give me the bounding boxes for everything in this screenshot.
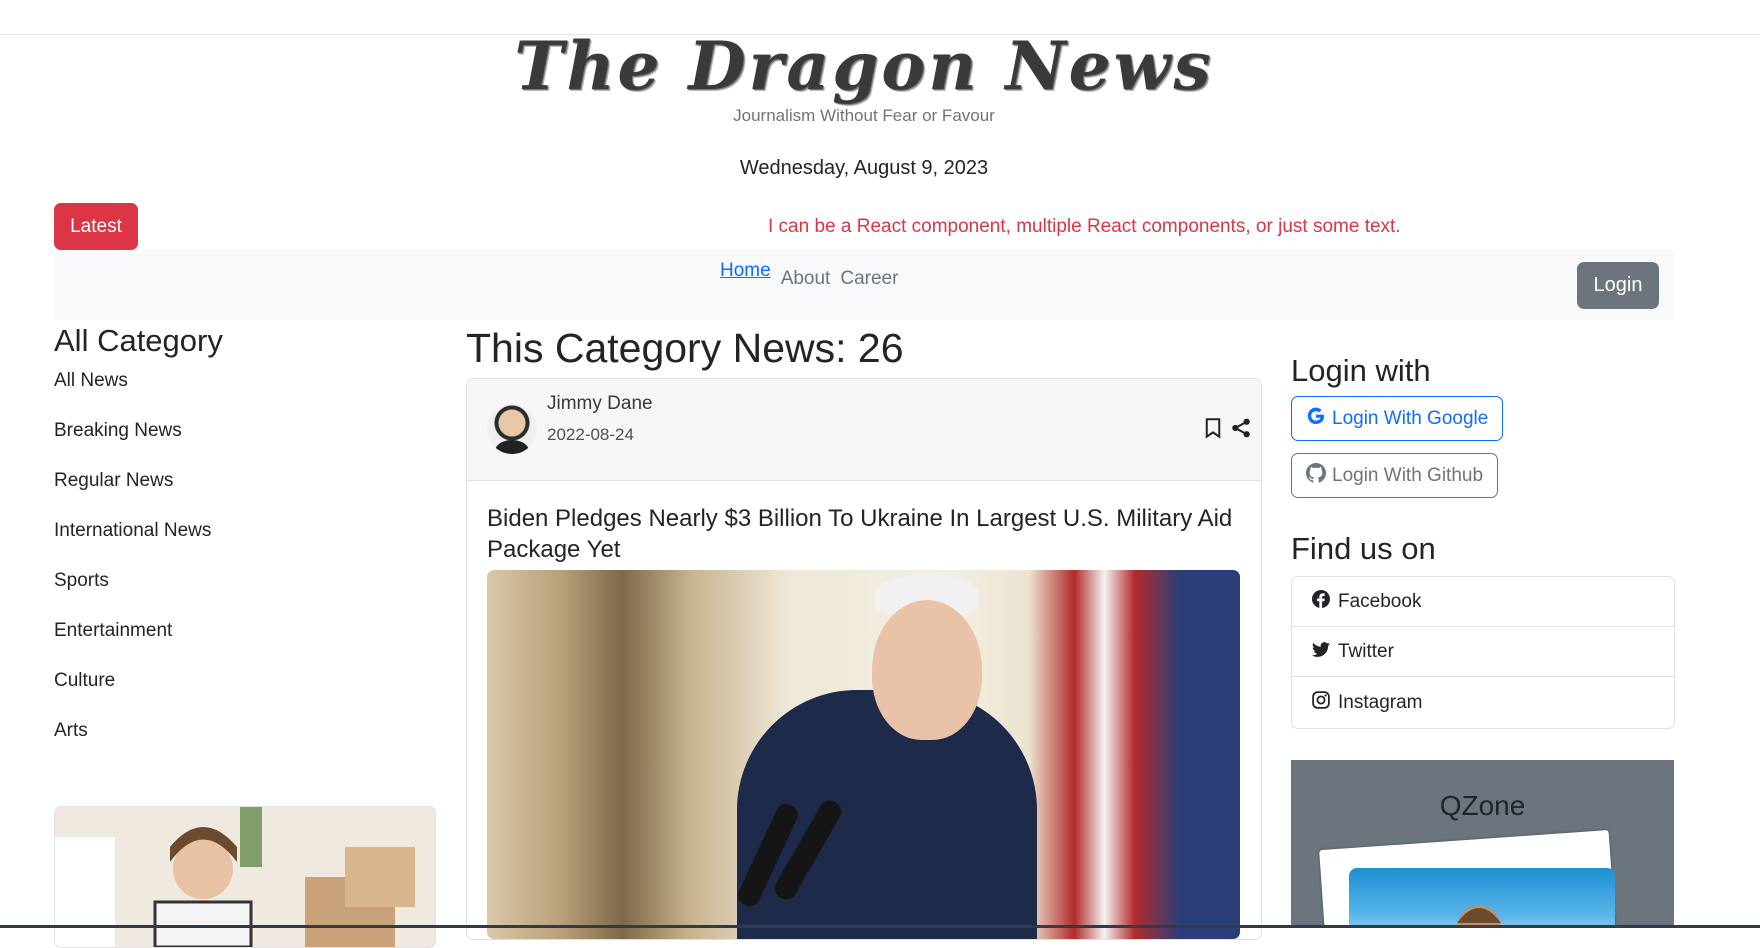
news-card-header: Jimmy Dane 2022-08-24	[467, 379, 1261, 481]
image-face-shape	[872, 600, 982, 740]
login-button[interactable]: Login	[1577, 262, 1659, 309]
social-facebook-label: Facebook	[1338, 590, 1422, 612]
nav-career-link[interactable]: Career	[840, 268, 898, 290]
nav-links: Home About Career	[720, 260, 908, 290]
social-twitter-label: Twitter	[1338, 640, 1394, 662]
right-sidebar: Login with Login With Google Login With …	[1291, 320, 1675, 928]
navbar: Home About Career Login	[54, 250, 1674, 320]
social-instagram[interactable]: Instagram	[1292, 677, 1674, 728]
github-icon	[1306, 462, 1327, 489]
category-item[interactable]: Regular News	[54, 468, 436, 518]
login-github-button[interactable]: Login With Github	[1291, 453, 1499, 498]
card-actions	[1203, 417, 1251, 444]
left-sidebar: All Category All News Breaking News Regu…	[54, 320, 436, 948]
login-github-label: Login With Github	[1332, 464, 1484, 486]
twitter-icon	[1312, 640, 1330, 664]
instagram-icon	[1312, 690, 1330, 715]
author-name: Jimmy Dane	[547, 393, 653, 414]
login-google-label: Login With Google	[1332, 407, 1489, 429]
social-instagram-label: Instagram	[1338, 691, 1423, 713]
site-logo[interactable]: The Dragon News	[0, 28, 1728, 104]
category-item[interactable]: Entertainment	[54, 618, 436, 668]
news-card[interactable]: Jimmy Dane 2022-08-24 Biden Pledges Near…	[466, 378, 1262, 940]
qzone-title: QZone	[1439, 790, 1526, 821]
latest-button[interactable]: Latest	[54, 203, 138, 250]
category-news-count: This Category News: 26	[466, 325, 904, 371]
social-list: Facebook Twitter Instagram	[1291, 576, 1675, 729]
qzone-panel: QZone	[1291, 760, 1674, 928]
login-with-heading: Login with	[1291, 353, 1431, 388]
category-item[interactable]: Culture	[54, 668, 436, 718]
facebook-icon	[1312, 589, 1330, 614]
category-item[interactable]: All News	[54, 368, 436, 418]
news-image[interactable]	[487, 570, 1240, 939]
swimmer-shape	[1457, 906, 1501, 928]
find-us-heading: Find us on	[1291, 531, 1436, 566]
news-headline[interactable]: Biden Pledges Nearly $3 Billion To Ukrai…	[487, 503, 1241, 565]
social-facebook[interactable]: Facebook	[1292, 577, 1674, 627]
masthead: The Dragon News Journalism Without Fear …	[0, 28, 1728, 126]
site-tagline: Journalism Without Fear or Favour	[733, 106, 995, 125]
current-date: Wednesday, August 9, 2023	[739, 157, 989, 179]
category-item[interactable]: Sports	[54, 568, 436, 618]
bookmark-icon[interactable]	[1203, 417, 1223, 444]
category-list: All News Breaking News Regular News Inte…	[54, 368, 436, 768]
category-item[interactable]: Arts	[54, 718, 436, 768]
social-twitter[interactable]: Twitter	[1292, 627, 1674, 677]
author-avatar	[487, 404, 537, 454]
login-google-button[interactable]: Login With Google	[1291, 396, 1504, 441]
main-content: This Category News: 26 Jimmy Dane 2022-0…	[466, 320, 1262, 940]
news-ticker: I can be a React component, multiple Rea…	[768, 216, 1401, 237]
category-heading: All Category	[54, 323, 223, 358]
google-icon	[1306, 406, 1326, 432]
category-item[interactable]: Breaking News	[54, 418, 436, 468]
qzone-swimming-image[interactable]	[1349, 868, 1615, 928]
publish-date: 2022-08-24	[547, 425, 634, 444]
category-item[interactable]: International News	[54, 518, 436, 568]
nav-about-link[interactable]: About	[781, 268, 831, 290]
share-icon[interactable]	[1231, 417, 1251, 444]
nav-home-link[interactable]: Home	[720, 260, 771, 282]
